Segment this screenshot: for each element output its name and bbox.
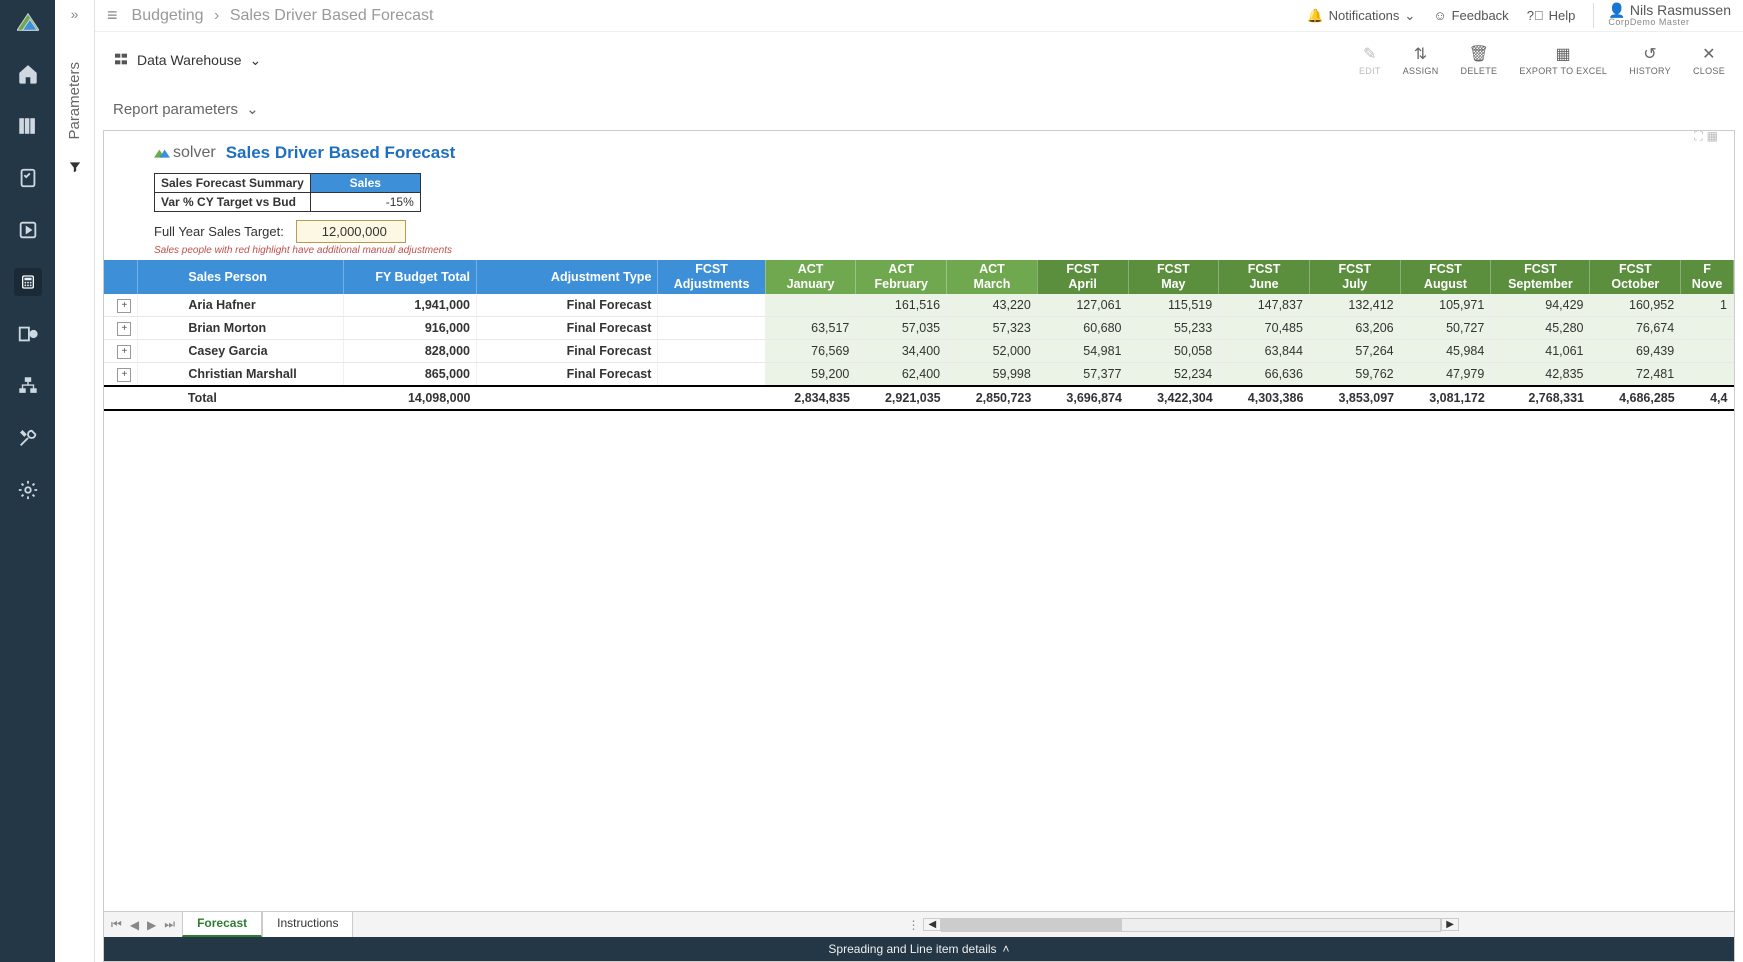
breadcrumb: Budgeting › Sales Driver Based Forecast: [132, 7, 434, 25]
parameters-rail: » Parameters: [55, 0, 95, 962]
flow-icon[interactable]: [14, 372, 42, 400]
expand-button[interactable]: +: [117, 345, 131, 359]
assign-button[interactable]: ⇅ASSIGN: [1403, 44, 1439, 76]
sales-target-input[interactable]: 12,000,000: [296, 220, 406, 243]
tab-first-icon[interactable]: ⏮: [108, 917, 125, 932]
chevron-down-icon: ⌄: [1404, 8, 1415, 24]
home-icon[interactable]: [14, 60, 42, 88]
smile-icon: ☺: [1433, 8, 1446, 23]
table-row: +Christian Marshall865,000Final Forecast…: [104, 363, 1734, 387]
sheet-tabs: ⏮ ◀ ▶ ⏭ Forecast Instructions ⋮ ◀ ▶: [104, 911, 1734, 937]
history-button[interactable]: ↺HISTORY: [1629, 44, 1671, 76]
spreading-details-bar[interactable]: Spreading and Line item details ˄: [104, 937, 1734, 961]
data-warehouse-dropdown[interactable]: Data Warehouse ⌄: [113, 51, 261, 70]
edit-button[interactable]: ✎EDIT: [1359, 44, 1381, 76]
excel-icon: ▦: [1553, 44, 1573, 64]
play-icon[interactable]: [14, 216, 42, 244]
assign-icon: ⇅: [1411, 44, 1431, 64]
scroll-right-icon[interactable]: ▶: [1441, 918, 1459, 931]
hamburger-icon[interactable]: ≡: [107, 5, 118, 26]
database-icon: [113, 51, 129, 70]
filter-icon[interactable]: [68, 160, 82, 177]
sheet-title: Sales Driver Based Forecast: [226, 143, 456, 163]
books-icon[interactable]: [14, 112, 42, 140]
close-icon: ✕: [1699, 44, 1719, 64]
horizontal-scrollbar[interactable]: [941, 918, 1441, 932]
table-row: +Casey Garcia828,000Final Forecast76,569…: [104, 340, 1734, 363]
users-icon[interactable]: [14, 320, 42, 348]
topbar: ≡ Budgeting › Sales Driver Based Forecas…: [95, 0, 1743, 32]
table-row: +Brian Morton916,000Final Forecast63,517…: [104, 317, 1734, 340]
total-row: Total 14,098,000 2,834,835 2,921,035 2,8…: [104, 386, 1734, 410]
expand-button[interactable]: +: [117, 322, 131, 336]
expand-button[interactable]: +: [117, 368, 131, 382]
user-icon: 👤: [1608, 3, 1625, 18]
tab-forecast[interactable]: Forecast: [182, 911, 262, 937]
tab-last-icon[interactable]: ⏭: [161, 917, 178, 932]
toolbar: Data Warehouse ⌄ ✎EDIT ⇅ASSIGN 🗑DELETE ▦…: [95, 32, 1743, 80]
report-params-toggle[interactable]: Report parameters ⌄: [95, 80, 1743, 126]
history-icon: ↺: [1640, 44, 1660, 64]
report-frame: ⛶ ▦ solver Sales Driver Based Forecast: [103, 130, 1735, 962]
notifications-menu[interactable]: 🔔Notifications⌄: [1307, 8, 1415, 24]
table-row: +Aria Hafner1,941,000Final Forecast161,5…: [104, 294, 1734, 317]
expand-button[interactable]: +: [117, 299, 131, 313]
solver-logo: solver: [154, 144, 216, 162]
fullscreen-icon[interactable]: ⛶: [1694, 130, 1702, 144]
gear-icon[interactable]: [14, 476, 42, 504]
export-excel-button[interactable]: ▦EXPORT TO EXCEL: [1519, 44, 1607, 76]
help-icon: ?⃝: [1527, 8, 1544, 23]
bell-icon: 🔔: [1307, 8, 1323, 24]
help-link[interactable]: ?⃝Help: [1527, 8, 1576, 23]
feedback-link[interactable]: ☺Feedback: [1433, 8, 1508, 23]
summary-table: Sales Forecast Summary Sales Var % CY Ta…: [154, 173, 421, 212]
highlight-note: Sales people with red highlight have add…: [154, 245, 1734, 256]
grid-view-icon[interactable]: ▦: [1707, 130, 1718, 144]
calculator-icon[interactable]: [14, 268, 42, 296]
user-menu[interactable]: 👤Nils Rasmussen CorpDemo Master: [1593, 3, 1731, 28]
left-navbar: [0, 0, 55, 962]
parameters-label: Parameters: [66, 62, 83, 140]
scroll-left-icon[interactable]: ◀: [923, 918, 941, 931]
chevron-up-icon: ˄: [1003, 942, 1010, 956]
tab-prev-icon[interactable]: ◀: [127, 918, 142, 932]
chevron-down-icon: ⌄: [246, 100, 259, 118]
target-label: Full Year Sales Target:: [154, 224, 284, 239]
tab-next-icon[interactable]: ▶: [144, 918, 159, 932]
chevron-right-icon: ›: [214, 7, 219, 24]
clipboard-icon[interactable]: [14, 164, 42, 192]
close-button[interactable]: ✕CLOSE: [1693, 44, 1725, 76]
expand-params-icon[interactable]: »: [71, 6, 79, 22]
pencil-icon: ✎: [1360, 44, 1380, 64]
tools-icon[interactable]: [14, 424, 42, 452]
app-logo-icon[interactable]: [14, 8, 42, 36]
trash-icon: 🗑: [1469, 44, 1489, 64]
tab-instructions[interactable]: Instructions: [262, 911, 353, 937]
delete-button[interactable]: 🗑DELETE: [1461, 44, 1498, 76]
forecast-grid: Sales Person FY Budget Total Adjustment …: [104, 260, 1734, 411]
chevron-down-icon: ⌄: [250, 52, 262, 69]
